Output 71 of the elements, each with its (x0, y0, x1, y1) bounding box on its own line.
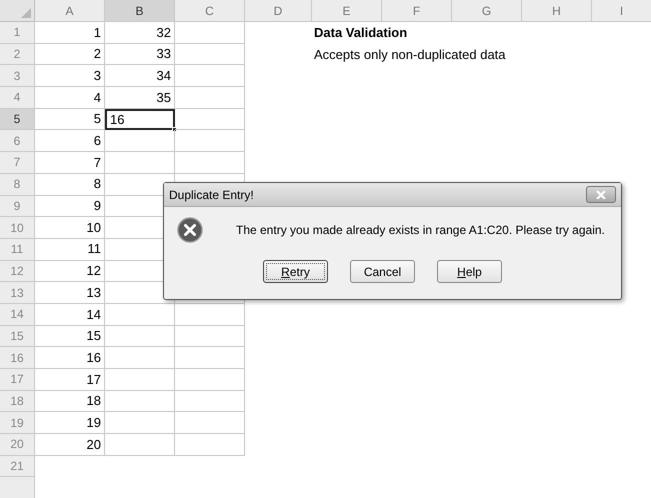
column-header[interactable]: I (592, 0, 651, 22)
table-cell[interactable]: 34 (105, 65, 175, 88)
table-cell[interactable] (105, 326, 175, 348)
table-cell[interactable] (105, 130, 175, 152)
table-cell[interactable] (175, 390, 245, 412)
dialog-button[interactable]: Retry (263, 260, 328, 283)
table-cell[interactable]: 2 (35, 44, 105, 66)
table-cell[interactable]: 9 (35, 196, 105, 218)
table-cell[interactable] (175, 369, 245, 391)
table-cell[interactable] (105, 434, 175, 456)
column-header[interactable]: G (452, 0, 522, 22)
row-header[interactable]: 5 (0, 108, 35, 130)
table-cell[interactable]: 6 (35, 130, 105, 152)
table-cell[interactable]: 3 (35, 65, 105, 88)
table-cell[interactable]: 32 (105, 22, 175, 44)
column-header[interactable]: B (105, 0, 175, 22)
table-cell[interactable] (175, 44, 245, 66)
table-cell[interactable]: 10 (35, 217, 105, 239)
table-cell[interactable]: 7 (35, 152, 105, 174)
table-cell[interactable]: 13 (35, 282, 105, 304)
column-header[interactable]: C (175, 0, 245, 22)
table-cell[interactable]: 18 (35, 390, 105, 412)
dialog-message: The entry you made already exists in range A1:C20. Please try again. (236, 222, 605, 239)
table-cell[interactable]: 19 (35, 412, 105, 434)
table-cell[interactable] (175, 434, 245, 456)
dialog-button[interactable]: Help (437, 260, 502, 283)
table-cell[interactable]: 17 (35, 369, 105, 391)
table-cell[interactable] (175, 87, 245, 109)
table-cell[interactable]: 5 (35, 108, 105, 130)
table-cell[interactable] (105, 304, 175, 326)
table-cell[interactable] (175, 326, 245, 348)
note-title: Data Validation (313, 24, 408, 42)
table-cell[interactable] (175, 108, 245, 130)
table-cell[interactable]: 11 (35, 238, 105, 261)
table-cell[interactable] (105, 390, 175, 412)
table-cell[interactable]: 35 (105, 87, 175, 109)
table-cell[interactable]: 12 (35, 260, 105, 282)
note-text: Accepts only non-duplicated data (313, 46, 506, 64)
fill-handle[interactable] (172, 127, 177, 132)
corner-triangle-icon (21, 8, 31, 18)
column-header[interactable]: F (382, 0, 452, 22)
table-cell[interactable] (175, 304, 245, 326)
column-header[interactable]: E (312, 0, 382, 22)
table-cell[interactable] (105, 369, 175, 391)
table-cell[interactable]: 4 (35, 87, 105, 109)
select-all-corner[interactable] (0, 0, 35, 22)
table-cell[interactable] (105, 412, 175, 434)
table-cell[interactable]: 1 (35, 22, 105, 44)
dialog-button[interactable]: Cancel (350, 260, 415, 283)
table-cell[interactable] (175, 152, 245, 174)
table-cell[interactable] (175, 22, 245, 44)
table-cell[interactable] (175, 347, 245, 369)
table-cell[interactable] (175, 412, 245, 434)
error-icon (177, 217, 203, 243)
table-cell[interactable] (105, 152, 175, 174)
close-button[interactable] (586, 186, 616, 203)
close-icon (596, 190, 606, 198)
column-header[interactable]: A (35, 0, 105, 22)
table-cell[interactable] (105, 347, 175, 369)
column-header[interactable]: D (245, 0, 312, 22)
table-cell[interactable]: 20 (35, 434, 105, 456)
table-cell[interactable]: 8 (35, 174, 105, 196)
table-cell[interactable] (175, 130, 245, 152)
column-header[interactable]: H (522, 0, 592, 22)
table-cell[interactable]: 14 (35, 304, 105, 326)
active-cell[interactable]: 16 (105, 108, 175, 130)
table-cell[interactable]: 16 (35, 347, 105, 369)
table-cell[interactable]: 15 (35, 326, 105, 348)
table-cell[interactable]: 33 (105, 44, 175, 66)
dialog-title: Duplicate Entry! (169, 186, 254, 204)
table-cell[interactable] (175, 65, 245, 88)
